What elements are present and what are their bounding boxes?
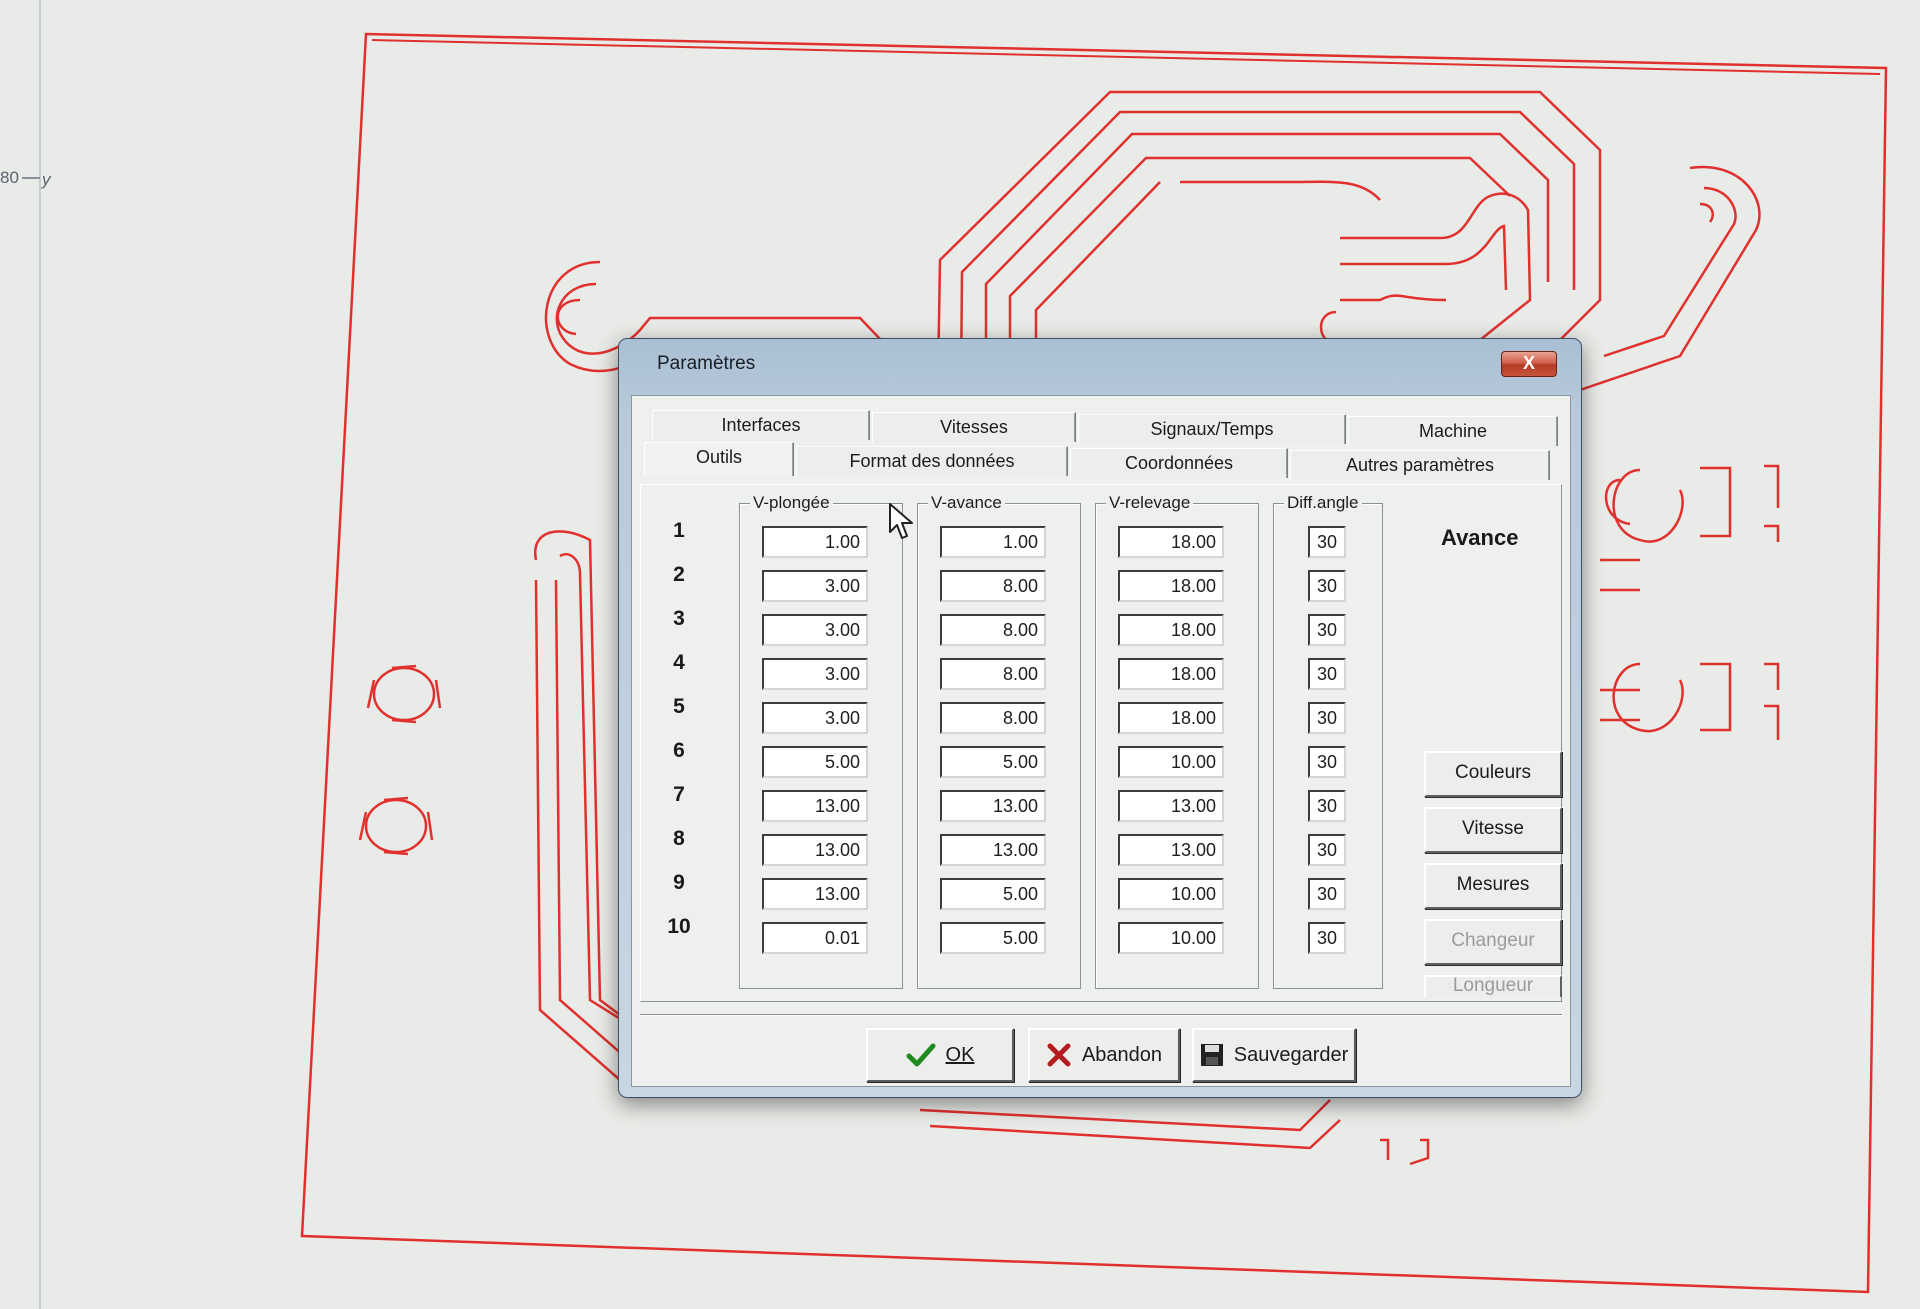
checkmark-icon (906, 1043, 936, 1067)
group-diff-angle: Diff.angle 30 30 30 30 30 30 30 30 30 30 (1273, 493, 1383, 989)
v-plongee-field[interactable]: 3.00 (762, 658, 868, 690)
group-label-v-relevage: V-relevage (1106, 493, 1194, 513)
diff-angle-field[interactable]: 30 (1308, 526, 1346, 558)
couleurs-button[interactable]: Couleurs (1424, 751, 1562, 797)
sauvegarder-button[interactable]: Sauvegarder (1192, 1028, 1356, 1082)
group-v-relevage: V-relevage 18.00 18.00 18.00 18.00 18.00 10.0… (1095, 493, 1259, 989)
sauvegarder-label: Sauvegarder (1233, 1043, 1349, 1066)
v-plongee-field[interactable]: 3.00 (762, 570, 868, 602)
v-avance-field[interactable]: 5.00 (940, 878, 1046, 910)
v-plongee-field[interactable]: 13.00 (762, 878, 868, 910)
diff-angle-field[interactable]: 30 (1308, 614, 1346, 646)
v-plongee-field[interactable]: 13.00 (762, 790, 868, 822)
v-avance-field[interactable]: 8.00 (940, 702, 1046, 734)
row-number: 10 (667, 915, 691, 938)
close-button[interactable]: X (1501, 351, 1557, 377)
tab-format-des-donnees[interactable]: Format des données (796, 446, 1068, 476)
group-label-diff-angle: Diff.angle (1284, 493, 1362, 513)
v-plongee-field[interactable]: 5.00 (762, 746, 868, 778)
row-number: 7 (673, 783, 685, 806)
v-relevage-field[interactable]: 10.00 (1118, 922, 1224, 954)
group-label-v-avance: V-avance (928, 493, 1005, 513)
tab-coordonnees[interactable]: Coordonnées (1070, 448, 1288, 478)
parametres-dialog: Paramètres X Interfaces Vitesses Signaux… (618, 338, 1582, 1098)
v-avance-field[interactable]: 1.00 (940, 526, 1046, 558)
row-number: 3 (673, 607, 685, 630)
diff-angle-field[interactable]: 30 (1308, 702, 1346, 734)
dialog-title: Paramètres (657, 353, 756, 374)
v-avance-field[interactable]: 8.00 (940, 570, 1046, 602)
v-avance-field[interactable]: 8.00 (940, 658, 1046, 690)
outils-panel: 1 2 3 4 5 6 7 8 9 10 V-plongée 1.00 3.00 3.00 3.00 3.… (640, 484, 1562, 1002)
v-avance-field[interactable]: 5.00 (940, 746, 1046, 778)
row-number: 1 (673, 519, 685, 542)
ok-label: OK (945, 1043, 975, 1066)
group-v-avance: V-avance 1.00 8.00 8.00 8.00 8.00 5.00 13.00 13… (917, 493, 1081, 989)
close-icon: X (1522, 353, 1535, 373)
v-plongee-field[interactable]: 3.00 (762, 702, 868, 734)
tab-machine[interactable]: Machine (1348, 416, 1558, 446)
vitesse-button[interactable]: Vitesse (1424, 807, 1562, 853)
v-avance-field[interactable]: 5.00 (940, 922, 1046, 954)
mouse-cursor-icon (889, 503, 913, 539)
row-number: 5 (673, 695, 685, 718)
mesures-button[interactable]: Mesures (1424, 863, 1562, 909)
diff-angle-field[interactable]: 30 (1308, 746, 1346, 778)
longueur-button[interactable]: Longueur (1424, 975, 1562, 997)
changeur-button[interactable]: Changeur (1424, 919, 1562, 965)
v-plongee-field[interactable]: 13.00 (762, 834, 868, 866)
v-relevage-field[interactable]: 18.00 (1118, 526, 1224, 558)
diff-angle-field[interactable]: 30 (1308, 922, 1346, 954)
tab-signaux-temps[interactable]: Signaux/Temps (1078, 414, 1346, 444)
v-plongee-field[interactable]: 1.00 (762, 526, 868, 558)
tab-outils[interactable]: Outils (644, 442, 794, 476)
v-plongee-field[interactable]: 0.01 (762, 922, 868, 954)
v-avance-field[interactable]: 13.00 (940, 790, 1046, 822)
v-relevage-field[interactable]: 10.00 (1118, 878, 1224, 910)
v-relevage-field[interactable]: 18.00 (1118, 614, 1224, 646)
ruler-axis-label: y (42, 170, 51, 189)
floppy-disk-icon (1200, 1044, 1223, 1066)
diff-angle-field[interactable]: 30 (1308, 658, 1346, 690)
tab-vitesses[interactable]: Vitesses (872, 412, 1076, 442)
tab-autres-parametres[interactable]: Autres paramètres (1290, 450, 1550, 480)
v-relevage-field[interactable]: 13.00 (1118, 834, 1224, 866)
v-relevage-field[interactable]: 18.00 (1118, 702, 1224, 734)
x-cross-icon (1047, 1043, 1071, 1067)
separator (640, 1014, 1562, 1016)
ruler-tick-label: 80 (0, 168, 19, 187)
abandon-button[interactable]: Abandon (1028, 1028, 1180, 1082)
row-number: 6 (673, 739, 685, 762)
title-bar[interactable]: Paramètres X (619, 339, 1581, 395)
abandon-label: Abandon (1081, 1043, 1163, 1066)
v-avance-field[interactable]: 8.00 (940, 614, 1046, 646)
group-v-plongee: V-plongée 1.00 3.00 3.00 3.00 3.00 5.00 13.00 1… (739, 493, 903, 989)
diff-angle-field[interactable]: 30 (1308, 834, 1346, 866)
v-relevage-field[interactable]: 18.00 (1118, 658, 1224, 690)
avance-label: Avance (1441, 525, 1519, 550)
v-relevage-field[interactable]: 10.00 (1118, 746, 1224, 778)
row-number: 2 (673, 563, 685, 586)
diff-angle-field[interactable]: 30 (1308, 570, 1346, 602)
v-avance-field[interactable]: 13.00 (940, 834, 1046, 866)
row-number: 9 (673, 871, 685, 894)
v-plongee-field[interactable]: 3.00 (762, 614, 868, 646)
row-number: 4 (673, 651, 685, 674)
tab-interfaces[interactable]: Interfaces (652, 410, 870, 440)
row-number: 8 (673, 827, 685, 850)
v-relevage-field[interactable]: 18.00 (1118, 570, 1224, 602)
dialog-client: Interfaces Vitesses Signaux/Temps Machin… (631, 395, 1571, 1087)
diff-angle-field[interactable]: 30 (1308, 878, 1346, 910)
group-label-v-plongee: V-plongée (750, 493, 833, 513)
v-relevage-field[interactable]: 13.00 (1118, 790, 1224, 822)
ok-button[interactable]: OK (866, 1028, 1014, 1082)
diff-angle-field[interactable]: 30 (1308, 790, 1346, 822)
